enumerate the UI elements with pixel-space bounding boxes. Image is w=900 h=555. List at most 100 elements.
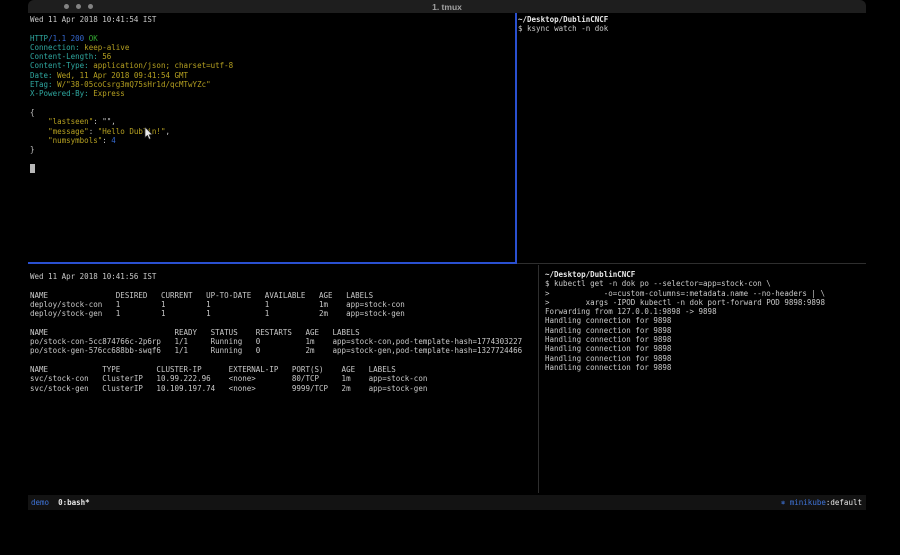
- terminal-line: Handling connection for 9898: [545, 344, 864, 353]
- terminal-line: Wed 11 Apr 2018 10:41:56 IST: [30, 272, 536, 281]
- terminal-text-segment: "message": [48, 127, 89, 136]
- terminal-text-segment: Express: [89, 89, 125, 98]
- terminal-text-segment: Handling connection for 9898: [545, 363, 671, 372]
- text-cursor: [30, 164, 35, 173]
- terminal-line: Content-Length: 56: [30, 52, 515, 61]
- tmux-pane-http-response[interactable]: Wed 11 Apr 2018 10:41:54 IST HTTP/1.1 200…: [30, 15, 515, 173]
- terminal-text-segment: Wed 11 Apr 2018 10:41:56 IST: [30, 272, 156, 281]
- terminal-line: Connection: keep-alive: [30, 43, 515, 52]
- terminal-line: "lastseen": "",: [30, 117, 515, 126]
- status-spacer: [49, 498, 58, 507]
- terminal-line: deploy/stock-gen 1 1 1 1 2m app=stock-ge…: [30, 309, 536, 318]
- terminal-text-segment: NAME DESIRED CURRENT UP-TO-DATE AVAILABL…: [30, 291, 373, 300]
- terminal-line: ETag: W/"38-05coCsrg3mQ75sHr1d/qcMTwYZc": [30, 80, 515, 89]
- terminal-line: }: [30, 145, 515, 154]
- terminal-line: [30, 24, 515, 33]
- terminal-line: Handling connection for 9898: [545, 363, 864, 372]
- terminal-text-segment: 4: [111, 136, 116, 145]
- terminal-line: Handling connection for 9898: [545, 335, 864, 344]
- pane-border-vertical-bottom: [538, 265, 539, 493]
- terminal-line: [30, 318, 536, 327]
- terminal-text-segment: {: [30, 108, 35, 117]
- terminal-line: po/stock-con-5cc874766c-2p6rp 1/1 Runnin…: [30, 337, 536, 346]
- window-tab-bash[interactable]: 0:bash*: [58, 498, 90, 507]
- terminal-text-segment: svc/stock-gen ClusterIP 10.109.197.74 <n…: [30, 384, 427, 393]
- tmux-pane-ksync[interactable]: ~/Desktop/DublinCNCF$ ksync watch -n dok: [518, 15, 864, 34]
- status-left: demo 0:bash*: [31, 495, 90, 510]
- terminal-text-segment: Handling connection for 9898: [545, 354, 671, 363]
- pane-border-horizontal-inactive: [517, 263, 866, 264]
- tmux-pane-port-forward[interactable]: ~/Desktop/DublinCNCF$ kubectl get -n dok…: [545, 270, 864, 372]
- terminal-text-segment: Handling connection for 9898: [545, 326, 671, 335]
- terminal-line: svc/stock-con ClusterIP 10.99.222.96 <no…: [30, 374, 536, 383]
- terminal-window: 1. tmux Wed 11 Apr 2018 10:41:54 IST HTTP…: [28, 0, 866, 511]
- terminal-line: {: [30, 108, 515, 117]
- terminal-text-segment: svc/stock-con ClusterIP 10.99.222.96 <no…: [30, 374, 427, 383]
- terminal-text-segment: Handling connection for 9898: [545, 316, 671, 325]
- terminal-line: HTTP/1.1 200 OK: [30, 34, 515, 43]
- terminal-text-segment: "Hello Dublin!": [98, 127, 166, 136]
- terminal-text-segment: "lastseen": [48, 117, 93, 126]
- terminal-text-segment: po/stock-gen-576cc688bb-swqf6 1/1 Runnin…: [30, 346, 522, 355]
- terminal-text-segment: :: [89, 127, 98, 136]
- terminal-text-segment: Content-Type:: [30, 61, 89, 70]
- terminal-line: [30, 356, 536, 365]
- terminal-text-segment: Handling connection for 9898: [545, 335, 671, 344]
- terminal-text-segment: NAME READY STATUS RESTARTS AGE LABELS: [30, 328, 360, 337]
- terminal-text-segment: }: [30, 145, 35, 154]
- terminal-text-segment: :: [102, 136, 111, 145]
- terminal-text-segment: NAME TYPE CLUSTER-IP EXTERNAL-IP PORT(S)…: [30, 365, 396, 374]
- terminal-line: Date: Wed, 11 Apr 2018 09:41:54 GMT: [30, 71, 515, 80]
- terminal-text-segment: : "",: [93, 117, 116, 126]
- terminal-text-segment: > -o=custom-columns=:metadata.name --no-…: [545, 289, 825, 298]
- terminal-line: "message": "Hello Dublin!",: [30, 127, 515, 136]
- terminal-line: svc/stock-gen ClusterIP 10.109.197.74 <n…: [30, 384, 536, 393]
- terminal-line: [30, 164, 515, 173]
- mouse-cursor-icon: [144, 125, 153, 144]
- tmux-pane-kubectl-get[interactable]: Wed 11 Apr 2018 10:41:56 IST NAME DESIRED…: [30, 272, 536, 393]
- terminal-line: Handling connection for 9898: [545, 326, 864, 335]
- terminal-text-segment: $ kubectl get -n dok po --selector=app=s…: [545, 279, 771, 288]
- terminal-line: Content-Type: application/json; charset=…: [30, 61, 515, 70]
- tmux-status-bar: demo 0:bash* ⎈ minikube:default: [28, 495, 866, 510]
- terminal-text-segment: 56: [98, 52, 112, 61]
- terminal-text-segment: HTTP: [30, 34, 48, 43]
- terminal-text-segment: [30, 136, 48, 145]
- terminal-line: deploy/stock-con 1 1 1 1 1m app=stock-co…: [30, 300, 536, 309]
- terminal-line: NAME READY STATUS RESTARTS AGE LABELS: [30, 328, 536, 337]
- terminal-text-segment: OK: [89, 34, 98, 43]
- terminal-text-segment: > xargs -IPOD kubectl -n dok port-forwar…: [545, 298, 825, 307]
- terminal-line: po/stock-gen-576cc688bb-swqf6 1/1 Runnin…: [30, 346, 536, 355]
- terminal-text-segment: Handling connection for 9898: [545, 344, 671, 353]
- kube-context: minikube: [790, 498, 826, 507]
- terminal-text-segment: "numsymbols": [48, 136, 102, 145]
- terminal-line: Handling connection for 9898: [545, 316, 864, 325]
- terminal-text-segment: Wed 11 Apr 2018 10:41:54 IST: [30, 15, 156, 24]
- terminal-line: NAME TYPE CLUSTER-IP EXTERNAL-IP PORT(S)…: [30, 365, 536, 374]
- terminal-text-segment: Wed, 11 Apr 2018 09:41:54 GMT: [53, 71, 188, 80]
- terminal-line: Handling connection for 9898: [545, 354, 864, 363]
- terminal-line: [30, 99, 515, 108]
- terminal-line: $ ksync watch -n dok: [518, 24, 864, 33]
- kube-namespace: :default: [826, 498, 862, 507]
- window-titlebar[interactable]: 1. tmux: [28, 0, 866, 13]
- terminal-text-segment: application/json; charset=utf-8: [89, 61, 234, 70]
- terminal-text-segment: ETag:: [30, 80, 53, 89]
- session-name: demo: [31, 498, 49, 507]
- status-right: ⎈ minikube:default: [781, 495, 862, 510]
- terminal-text-segment: deploy/stock-con 1 1 1 1 1m app=stock-co…: [30, 300, 405, 309]
- terminal-line: ~/Desktop/DublinCNCF: [545, 270, 864, 279]
- terminal-line: X-Powered-By: Express: [30, 89, 515, 98]
- terminal-text-segment: Forwarding from 127.0.0.1:9898 -> 9898: [545, 307, 717, 316]
- terminal-line: $ kubectl get -n dok po --selector=app=s…: [545, 279, 864, 288]
- terminal-line: [30, 154, 515, 163]
- terminal-text-segment: Connection:: [30, 43, 80, 52]
- terminal-text-segment: W/"38-05coCsrg3mQ75sHr1d/qcMTwYZc": [53, 80, 211, 89]
- terminal-line: Forwarding from 127.0.0.1:9898 -> 9898: [545, 307, 864, 316]
- terminal-text-segment: $ ksync watch -n dok: [518, 24, 608, 33]
- terminal-text-segment: [30, 127, 48, 136]
- desktop: 1. tmux Wed 11 Apr 2018 10:41:54 IST HTTP…: [0, 0, 900, 555]
- terminal-text-segment: ~/Desktop/DublinCNCF: [518, 15, 608, 24]
- terminal-text-segment: Date:: [30, 71, 53, 80]
- terminal-text-segment: [30, 117, 48, 126]
